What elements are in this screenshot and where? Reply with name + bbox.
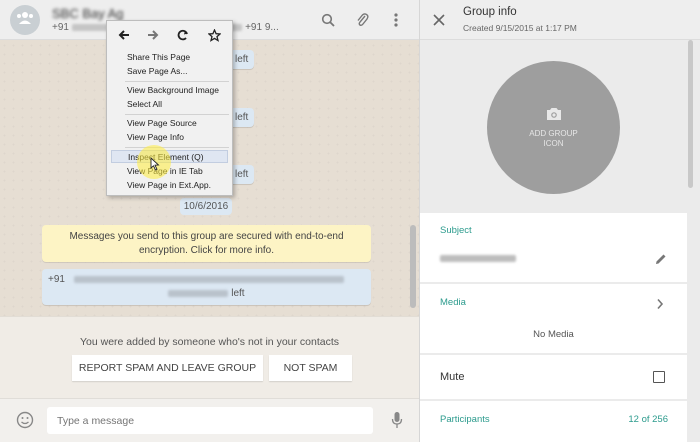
media-label: Media (440, 297, 466, 308)
blurred-numbers (73, 275, 344, 283)
menu-view-in-ie-tab[interactable]: View Page in IE Tab (111, 165, 228, 178)
phone-prefix: +91 (48, 274, 65, 285)
add-group-icon-button[interactable]: ADD GROUP ICON (487, 61, 620, 194)
not-spam-button[interactable]: NOT SPAM (269, 355, 352, 381)
forward-arrow-icon[interactable] (144, 26, 162, 44)
attach-icon[interactable] (354, 12, 370, 28)
participants-section: Participants 12 of 256 (420, 401, 687, 442)
menu-share-page[interactable]: Share This Page (111, 51, 228, 64)
add-group-icon-label: ADD GROUP ICON (529, 128, 578, 148)
spam-notice-text: You were added by someone who's not in y… (79, 336, 340, 348)
subject-section: Subject (420, 213, 687, 282)
microphone-icon[interactable] (391, 411, 403, 434)
menu-inspect-element[interactable]: Inspect Element (Q) (111, 150, 228, 163)
participants-count: 12 of 256 (628, 414, 668, 425)
no-media-text: No Media (533, 329, 574, 340)
browser-context-menu: Share This Page Save Page As... View Bac… (106, 20, 233, 196)
subject-value (440, 255, 516, 262)
spam-prompt: You were added by someone who's not in y… (0, 316, 419, 398)
participants-label: Participants (440, 414, 490, 425)
menu-view-in-ext-app[interactable]: View Page in Ext.App. (111, 179, 228, 192)
group-info-panel: Group info Created 9/15/2015 at 1:17 PM … (419, 0, 700, 442)
camera-icon (545, 107, 563, 126)
message-text: left (235, 169, 249, 180)
search-icon[interactable] (320, 12, 336, 28)
bookmark-star-icon[interactable] (205, 26, 223, 44)
menu-separator (125, 114, 229, 115)
menu-view-page-source[interactable]: View Page Source (111, 117, 228, 130)
context-nav-row (107, 24, 232, 46)
group-info-header: Group info Created 9/15/2015 at 1:17 PM (420, 0, 700, 40)
menu-save-page-as[interactable]: Save Page As... (111, 65, 228, 78)
mouse-cursor-icon (150, 156, 160, 176)
group-info-title: Group info (463, 6, 517, 18)
edit-pencil-icon[interactable] (655, 252, 667, 270)
composer (0, 398, 419, 442)
menu-view-background-image[interactable]: View Background Image (111, 84, 228, 97)
added-participants-message[interactable]: +91 left (42, 269, 371, 305)
media-section[interactable]: Media No Media (420, 284, 687, 353)
chat-scrollbar-thumb[interactable] (410, 225, 416, 308)
encryption-notice[interactable]: Messages you send to this group are secu… (42, 225, 371, 262)
message-text: left (235, 54, 249, 65)
group-avatar[interactable] (10, 5, 40, 35)
chevron-right-icon[interactable] (656, 297, 664, 315)
date-chip: 10/6/2016 (180, 198, 232, 215)
participants-prefix: +91 (52, 22, 69, 33)
mute-section[interactable]: Mute (420, 355, 687, 399)
message-input[interactable] (47, 407, 373, 434)
group-avatar-section: ADD GROUP ICON (420, 41, 687, 211)
group-people-icon (15, 11, 35, 30)
reload-icon[interactable] (174, 26, 192, 44)
message-text: left (231, 288, 245, 299)
report-spam-button[interactable]: REPORT SPAM AND LEAVE GROUP (72, 355, 263, 381)
menu-separator (125, 147, 229, 148)
message-text: left (235, 112, 249, 123)
emoji-icon[interactable] (16, 411, 34, 434)
chat-title[interactable]: SBC Bay Ag (52, 6, 124, 21)
group-created-date: Created 9/15/2015 at 1:17 PM (463, 23, 577, 33)
mute-label: Mute (440, 371, 465, 383)
menu-select-all[interactable]: Select All (111, 98, 228, 111)
menu-dots-icon[interactable] (388, 12, 404, 28)
back-arrow-icon[interactable] (115, 26, 133, 44)
close-icon[interactable] (433, 13, 445, 31)
participants-tail: +91 9... (245, 22, 279, 33)
blurred-numbers (168, 289, 229, 297)
menu-separator (125, 81, 229, 82)
menu-view-page-info[interactable]: View Page Info (111, 131, 228, 144)
info-scrollbar-thumb[interactable] (688, 40, 693, 188)
mute-checkbox[interactable] (653, 371, 665, 383)
subject-label: Subject (440, 225, 472, 236)
